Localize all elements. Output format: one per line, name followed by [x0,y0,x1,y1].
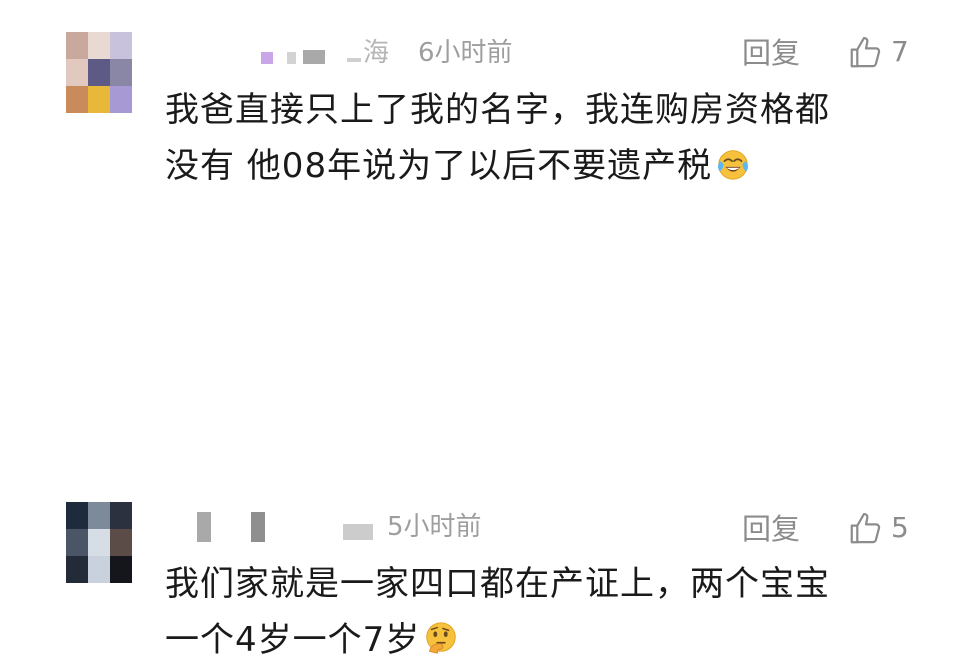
comment-meta: 5小时前 [165,510,505,550]
like-button[interactable]: 5 [847,509,909,547]
reply-button[interactable]: 回复 [742,36,800,70]
avatar-pixel [88,32,110,59]
thinking-face-emoji-icon [426,622,456,654]
avatar-pixel [88,529,110,556]
avatar-pixel [110,556,132,583]
avatar-pixel [66,529,88,556]
thumbs-up-icon [850,36,881,68]
comment-text-line: 没有 他08年说为了以后不要遗产税 [165,138,905,194]
comment-text: 我们家就是一家四口都在产证上，两个宝宝 一个4岁一个7岁 [165,556,905,668]
avatar-pixel [66,556,88,583]
location-censored [347,58,361,62]
like-count: 5 [891,511,909,544]
comment-time: 6小时前 [418,38,513,68]
avatar-pixel [88,502,110,529]
location-fragment: 海 [363,38,390,68]
like-button[interactable]: 7 [847,33,909,71]
username-censored[interactable] [343,524,373,540]
comment-text-line: 一个4岁一个7岁 [165,612,905,668]
avatar-pixel [110,86,132,113]
avatar-pixel [88,86,110,113]
reply-button[interactable]: 回复 [742,512,800,546]
crying-laughing-emoji-icon [718,150,749,180]
comment-text: 我爸直接只上了我的名字，我连购房资格都 没有 他08年说为了以后不要遗产税 [165,82,905,194]
like-count: 7 [891,35,909,68]
thumbs-up-icon [850,512,881,544]
avatar-pixel [110,502,132,529]
avatar-pixel [88,59,110,86]
avatar[interactable] [66,32,132,113]
avatar-pixel [66,59,88,86]
comment-text-segment: 一个4岁一个7岁 [165,620,421,660]
comment-item: 海 6小时前 回复 7 我爸直接只上了我的名字，我连购房资格都 没有 他08年说… [0,0,960,230]
avatar-pixel [110,32,132,59]
avatar-pixel [66,32,88,59]
comment-text-line: 我们家就是一家四口都在产证上，两个宝宝 [165,564,830,604]
comment-meta: 海 6小时前 [165,36,545,76]
avatar-pixel [110,59,132,86]
avatar-pixel [110,529,132,556]
username-censored[interactable] [287,52,296,64]
avatar-pixel [66,502,88,529]
username-censored[interactable] [261,52,273,64]
comment-text-segment: 没有 他08年说为了以后不要遗产税 [165,146,713,186]
avatar-pixel [66,86,88,113]
comment-text-line: 我爸直接只上了我的名字，我连购房资格都 [165,90,830,130]
username-censored[interactable] [303,50,325,64]
avatar-pixel [88,556,110,583]
comment-item: 5小时前 回复 5 我们家就是一家四口都在产证上，两个宝宝 一个4岁一个7岁 [0,240,960,660]
username-censored[interactable] [251,512,265,542]
avatar[interactable] [66,502,132,583]
username-censored[interactable] [197,512,211,542]
comment-time: 5小时前 [387,512,482,542]
